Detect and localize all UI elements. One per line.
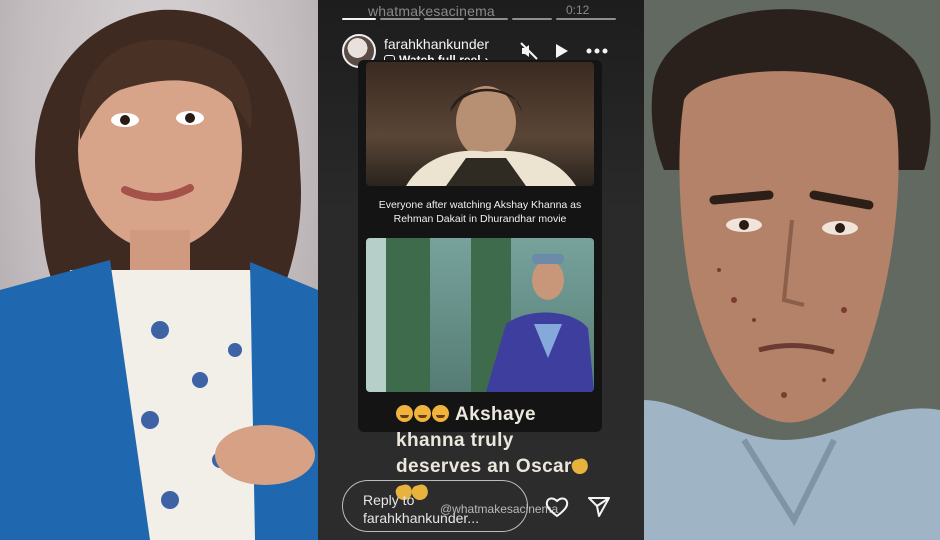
story-progress-segment: [512, 18, 552, 20]
clapping-hands-icon: [570, 457, 590, 476]
overlay-line-1: Akshaye: [454, 404, 536, 425]
post-caption: Everyone after watching Akshay Khanna as…: [378, 199, 582, 225]
right-photo: [644, 0, 940, 540]
send-icon[interactable]: [586, 494, 612, 520]
play-icon[interactable]: [550, 40, 572, 62]
movie-still-1: [366, 62, 594, 186]
laughing-emoji-icon: [396, 405, 413, 422]
man-portrait: [644, 0, 940, 540]
mute-icon[interactable]: [518, 40, 540, 62]
laughing-emoji-icon: [432, 405, 449, 422]
story-progress-segment: [556, 18, 616, 20]
more-icon[interactable]: [586, 40, 608, 62]
instagram-story: whatmakesacinema 0:12 farahkhankunder Wa…: [318, 0, 644, 540]
overlay-line-3: deserves an Oscar: [396, 456, 572, 477]
left-photo: [0, 0, 318, 540]
laughing-emoji-icon: [414, 405, 431, 422]
overlay-line-2: khanna truly: [396, 430, 514, 451]
watermark-top: whatmakesacinema: [368, 3, 495, 19]
profile-username[interactable]: farahkhankunder: [384, 36, 489, 52]
movie-still-2: [366, 238, 594, 392]
video-timer: 0:12: [566, 3, 590, 17]
woman-portrait: [0, 9, 318, 540]
heart-icon[interactable]: [544, 494, 570, 520]
shared-post-card[interactable]: Everyone after watching Akshay Khanna as…: [358, 60, 602, 432]
mention-sticker[interactable]: @whatmakesacinema: [440, 502, 558, 516]
